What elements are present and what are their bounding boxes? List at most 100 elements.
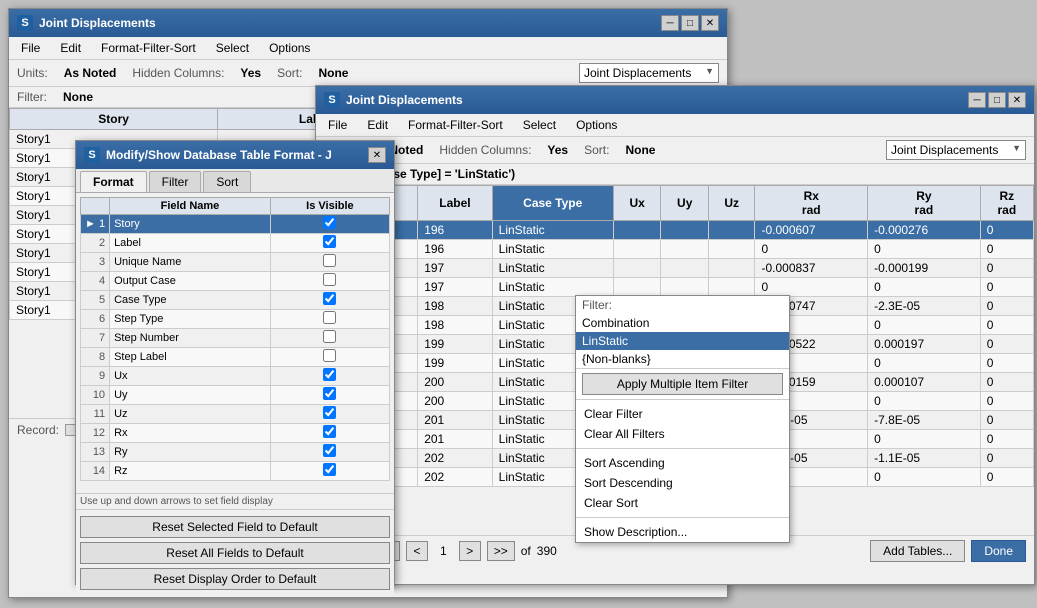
tab-filter[interactable]: Filter (149, 171, 202, 192)
main-status-bar: Units: As Noted Hidden Columns: Yes Sort… (9, 60, 727, 87)
visible-checkbox-7[interactable] (323, 330, 336, 343)
jd-of-label: of (521, 544, 531, 558)
reset-all-btn[interactable]: Reset All Fields to Default (80, 542, 390, 564)
filter-item-nonblanks[interactable]: {Non-blanks} (576, 350, 789, 368)
main-menu-format[interactable]: Format-Filter-Sort (93, 39, 204, 57)
main-title-left: S Joint Displacements (17, 15, 156, 31)
main-hidden-value: Yes (240, 66, 261, 80)
jd-dropdown-container: Joint Displacements (886, 140, 1026, 160)
jd-menu-select[interactable]: Select (515, 116, 564, 134)
visible-checkbox-12[interactable] (323, 425, 336, 438)
filter-item-linstatic[interactable]: LinStatic (576, 332, 789, 350)
jd-menu-file[interactable]: File (320, 116, 355, 134)
filter-separator-2 (576, 448, 789, 449)
main-table-dropdown[interactable]: Joint Displacements (579, 63, 719, 83)
main-menu-options[interactable]: Options (261, 39, 318, 57)
main-close-btn[interactable]: ✕ (701, 15, 719, 31)
visible-checkbox-14[interactable] (323, 463, 336, 476)
main-menu-file[interactable]: File (13, 39, 48, 57)
modify-col-visible[interactable]: Is Visible (270, 198, 389, 215)
jd-col-rz[interactable]: Rzrad (980, 186, 1033, 221)
jd-minimize-btn[interactable]: ─ (968, 92, 986, 108)
main-dropdown-container: Joint Displacements (579, 63, 719, 83)
modify-col-num (81, 198, 110, 215)
tab-sort[interactable]: Sort (203, 171, 251, 192)
main-window-title: Joint Displacements (39, 16, 156, 30)
jd-last-btn[interactable]: >> (487, 541, 515, 561)
modify-table-row: 13Ry (81, 443, 390, 462)
filter-action-clear-sort[interactable]: Clear Sort (576, 493, 789, 513)
s-logo-modify: S (84, 147, 100, 163)
jd-table-dropdown[interactable]: Joint Displacements (886, 140, 1026, 160)
jd-maximize-btn[interactable]: □ (988, 92, 1006, 108)
modify-close-btn[interactable]: ✕ (368, 147, 386, 163)
jd-prev-btn[interactable]: < (406, 541, 428, 561)
jd-filter-bar: Filter: ([Case Type] = 'LinStatic') (316, 164, 1034, 185)
main-minimize-btn[interactable]: ─ (661, 15, 679, 31)
main-title-bar: S Joint Displacements ─ □ ✕ (9, 9, 727, 37)
jd-col-uz[interactable]: Uz (709, 186, 755, 221)
jd-hidden-label: Hidden Columns: (439, 143, 531, 157)
jd-col-uy[interactable]: Uy (661, 186, 709, 221)
visible-checkbox-2[interactable] (323, 235, 336, 248)
filter-action-sort-asc[interactable]: Sort Ascending (576, 453, 789, 473)
jd-menu-edit[interactable]: Edit (359, 116, 396, 134)
main-maximize-btn[interactable]: □ (681, 15, 699, 31)
main-sort-value: None (318, 66, 348, 80)
jd-col-label[interactable]: Label (418, 186, 492, 221)
modify-title-bar: S Modify/Show Database Table Format - J … (76, 141, 394, 169)
filter-action-clear[interactable]: Clear Filter (576, 404, 789, 424)
main-menu-edit[interactable]: Edit (52, 39, 89, 57)
filter-dropdown-panel: Filter: Combination LinStatic {Non-blank… (575, 295, 790, 543)
jd-col-rx[interactable]: Rxrad (755, 186, 868, 221)
reset-selected-btn[interactable]: Reset Selected Field to Default (80, 516, 390, 538)
modify-table-row: 7Step Number (81, 329, 390, 348)
filter-item-combination[interactable]: Combination (576, 314, 789, 332)
col-story-main[interactable]: Story (10, 109, 218, 130)
filter-action-show-desc[interactable]: Show Description... (576, 522, 789, 542)
jd-col-casetype[interactable]: Case Type (492, 186, 613, 221)
jd-menu-format[interactable]: Format-Filter-Sort (400, 116, 511, 134)
jd-col-ux[interactable]: Ux (613, 186, 661, 221)
main-sort-label: Sort: (277, 66, 302, 80)
add-tables-btn[interactable]: Add Tables... (870, 540, 965, 562)
visible-checkbox-13[interactable] (323, 444, 336, 457)
modify-table-row: 6Step Type (81, 310, 390, 329)
modify-table-row: 4Output Case (81, 272, 390, 291)
apply-multiple-filter-btn[interactable]: Apply Multiple Item Filter (582, 373, 783, 395)
visible-checkbox-8[interactable] (323, 349, 336, 362)
modify-table-row: 8Step Label (81, 348, 390, 367)
modify-bottom-bar: Reset Selected Field to Default Reset Al… (76, 509, 394, 596)
jd-sort-label: Sort: (584, 143, 609, 157)
jd-title-controls: ─ □ ✕ (968, 92, 1026, 108)
s-logo-main: S (17, 15, 33, 31)
visible-checkbox-1[interactable] (323, 216, 336, 229)
visible-checkbox-6[interactable] (323, 311, 336, 324)
visible-checkbox-9[interactable] (323, 368, 336, 381)
modify-col-fieldname[interactable]: Field Name (110, 198, 271, 215)
jd-menu-options[interactable]: Options (568, 116, 625, 134)
main-menu-bar: File Edit Format-Filter-Sort Select Opti… (9, 37, 727, 60)
filter-action-sort-desc[interactable]: Sort Descending (576, 473, 789, 493)
modify-hint: Use up and down arrows to set field disp… (76, 493, 394, 509)
jd-next-btn[interactable]: > (459, 541, 481, 561)
visible-checkbox-11[interactable] (323, 406, 336, 419)
filter-separator-3 (576, 517, 789, 518)
filter-action-clear-all[interactable]: Clear All Filters (576, 424, 789, 444)
jd-col-ry[interactable]: Ryrad (868, 186, 981, 221)
jd-status-bar: Units: As Noted Hidden Columns: Yes Sort… (316, 137, 1034, 164)
visible-checkbox-3[interactable] (323, 254, 336, 267)
modify-table-scroll[interactable]: Field Name Is Visible ► 1Story2Label3Uni… (76, 193, 394, 493)
jd-close-btn[interactable]: ✕ (1008, 92, 1026, 108)
tab-format[interactable]: Format (80, 171, 147, 192)
modify-window-title: Modify/Show Database Table Format - J (106, 148, 332, 162)
visible-checkbox-4[interactable] (323, 273, 336, 286)
jd-window-title: Joint Displacements (346, 93, 463, 107)
main-menu-select[interactable]: Select (208, 39, 257, 57)
visible-checkbox-5[interactable] (323, 292, 336, 305)
main-filter-value: None (63, 90, 93, 104)
jd-sort-value: None (625, 143, 655, 157)
visible-checkbox-10[interactable] (323, 387, 336, 400)
done-btn[interactable]: Done (971, 540, 1026, 562)
reset-order-btn[interactable]: Reset Display Order to Default (80, 568, 390, 590)
